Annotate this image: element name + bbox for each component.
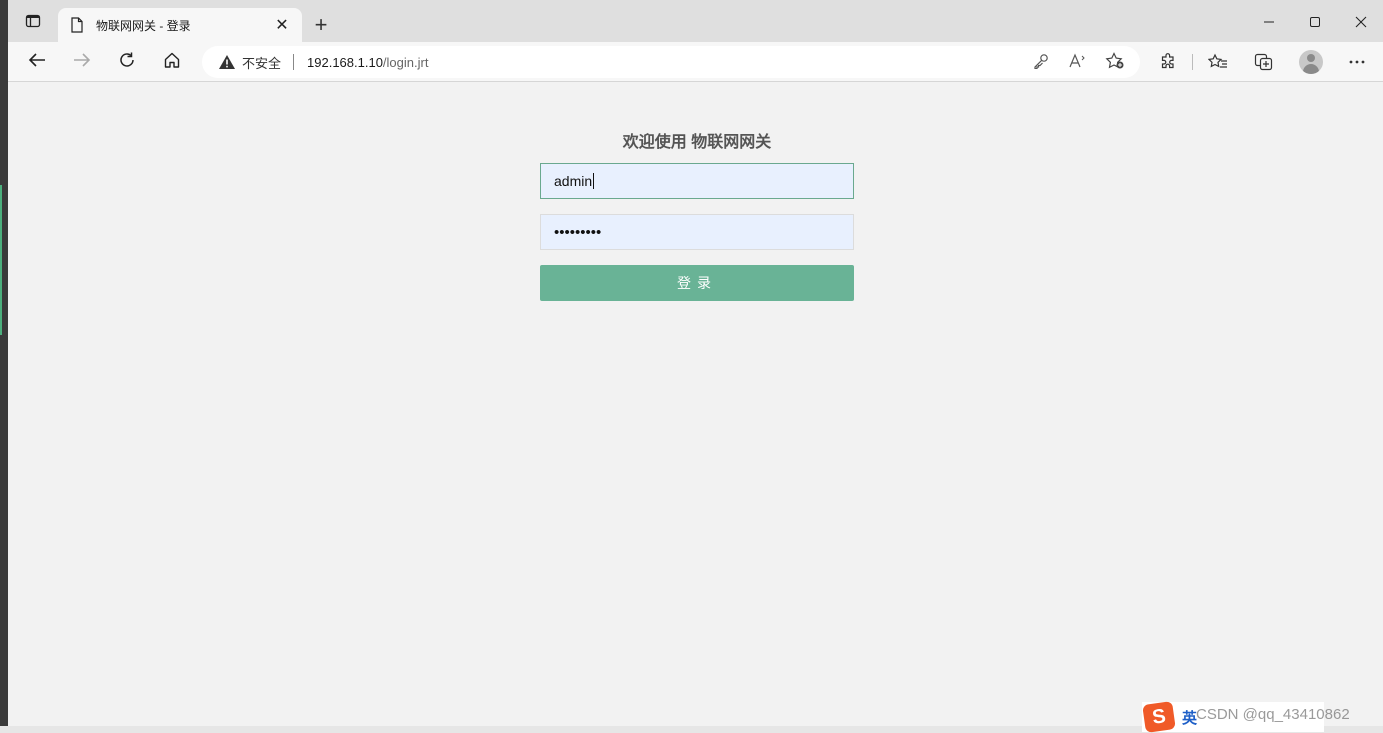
address-bar[interactable]: 不安全 192.168.1.10/login.jrt [202,46,1140,78]
maximize-button[interactable] [1292,8,1338,36]
close-tab-icon[interactable]: ✕ [272,15,292,35]
close-window-button[interactable] [1338,8,1383,36]
refresh-button[interactable] [112,48,142,76]
minimize-button[interactable] [1246,8,1292,36]
extensions-icon[interactable] [1156,50,1180,74]
toolbar-separator [1192,54,1193,70]
refresh-icon [118,51,136,74]
url-host: 192.168.1.10 [307,54,383,70]
address-separator [293,54,295,70]
background-window-accent [0,185,2,335]
tab-title: 物联网网关 - 登录 [96,18,191,33]
more-icon[interactable] [1345,50,1369,74]
back-icon [28,52,46,73]
favorites-icon[interactable] [1206,50,1230,74]
forward-icon [73,52,91,73]
tab-actions-button[interactable] [20,10,46,36]
back-button[interactable] [22,48,52,76]
login-heading: 欢迎使用 物联网网关 [622,134,772,151]
browser-window: 物联网网关 - 登录 ✕ + 不安全 192.168.1.10 /login.j… [8,0,1383,726]
forward-button[interactable] [67,48,97,76]
active-tab[interactable]: 物联网网关 - 登录 ✕ [58,8,302,42]
add-favorite-icon[interactable] [1104,50,1126,72]
new-tab-button[interactable]: + [308,12,334,38]
login-button[interactable]: 登录 [540,265,854,301]
desktop-left-edge [0,0,8,733]
tab-actions-icon [25,13,41,34]
ime-language[interactable]: 英 [1182,707,1197,728]
collections-icon[interactable] [1252,50,1276,74]
url-path: /login.jrt [382,54,429,70]
warning-icon[interactable] [218,53,236,71]
tab-strip: 物联网网关 - 登录 ✕ + [8,0,1383,42]
text-caret [593,173,595,189]
security-label[interactable]: 不安全 [242,53,281,72]
page-icon [70,17,86,33]
page-content: 欢迎使用 物联网网关 admin ••••••••• 登录 [8,82,1383,726]
username-value: admin [554,173,593,189]
read-aloud-icon[interactable] [1067,50,1089,72]
watermark: CSDN @qq_43410862 [1196,706,1350,723]
username-input[interactable]: admin [540,163,854,199]
home-button[interactable] [157,48,187,76]
profile-icon[interactable] [1299,50,1323,74]
ime-logo[interactable]: S [1142,701,1176,733]
password-input[interactable]: ••••••••• [540,214,854,250]
browser-toolbar: 不安全 192.168.1.10/login.jrt [8,42,1383,82]
password-mask: ••••••••• [554,223,602,241]
key-icon[interactable] [1030,50,1052,72]
home-icon [163,51,181,74]
